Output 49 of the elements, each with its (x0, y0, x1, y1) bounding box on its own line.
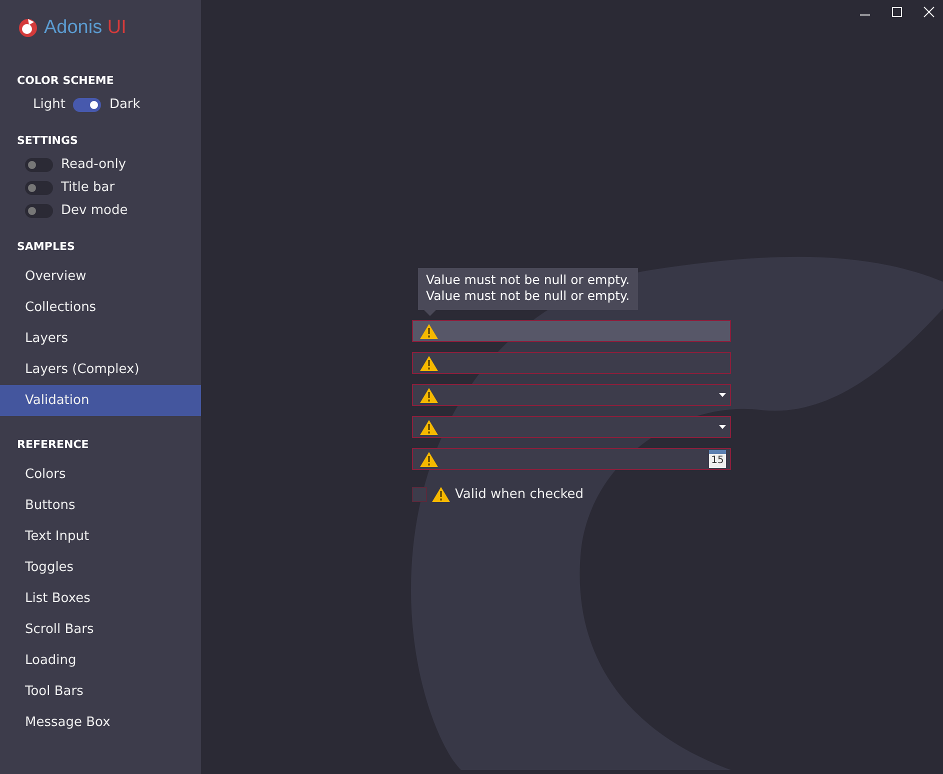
dropdown-caret-icon (719, 425, 726, 429)
section-heading: COLOR SCHEME (16, 74, 115, 87)
app-logo-text: Adonis UI (44, 17, 126, 39)
nav-item[interactable]: Colors (0, 459, 201, 490)
nav-item[interactable]: Buttons (0, 490, 201, 521)
close-icon[interactable] (923, 6, 935, 18)
warning-icon (419, 418, 439, 436)
nav-item[interactable]: Text Input (0, 521, 201, 552)
maximize-icon[interactable] (891, 6, 903, 18)
dropdown-caret-icon (719, 393, 726, 397)
section-heading: SAMPLES (16, 240, 76, 253)
warning-icon (431, 486, 451, 503)
input-field[interactable] (412, 352, 731, 374)
checkbox[interactable] (412, 487, 427, 502)
warning-icon (419, 386, 439, 404)
nav-item[interactable]: Layers (Complex) (0, 354, 201, 385)
calendar-icon[interactable]: 15 (709, 450, 726, 468)
nav-item[interactable]: Loading (0, 645, 201, 676)
nav-item[interactable]: Layers (0, 323, 201, 354)
section-heading: SETTINGS (16, 134, 79, 147)
warning-icon (419, 354, 439, 372)
logo-icon (18, 18, 38, 38)
toggle-switch[interactable] (25, 158, 53, 172)
nav-item[interactable]: List Boxes (0, 583, 201, 614)
toggle-label: Dark (109, 97, 140, 112)
nav-item[interactable]: Scroll Bars (0, 614, 201, 645)
toggle-label: Light (33, 97, 66, 112)
toggle-label: Title bar (61, 180, 115, 195)
nav-item[interactable]: Validation (0, 385, 201, 416)
tooltip-text: Value must not be null or empty. (426, 288, 630, 304)
section-heading: REFERENCE (16, 438, 90, 451)
nav-item[interactable]: Collections (0, 292, 201, 323)
input-field[interactable] (412, 320, 731, 342)
toggle-switch[interactable] (73, 98, 102, 112)
date-picker[interactable]: 15 (412, 448, 731, 470)
nav-item[interactable]: Message Box (0, 707, 201, 738)
combo-box[interactable] (412, 416, 731, 438)
toggle-label: Read-only (61, 157, 126, 172)
combo-box[interactable] (412, 384, 731, 406)
toggle-label: Dev mode (61, 203, 128, 218)
warning-icon (419, 450, 439, 468)
nav-item[interactable]: Tool Bars (0, 676, 201, 707)
nav-item[interactable]: Overview (0, 261, 201, 292)
tooltip-text: Value must not be null or empty. (426, 272, 630, 288)
nav-item[interactable]: Toggles (0, 552, 201, 583)
warning-icon (419, 322, 439, 340)
toggle-switch[interactable] (25, 204, 53, 218)
checkbox-label: Valid when checked (455, 487, 584, 502)
toggle-switch[interactable] (25, 180, 53, 194)
